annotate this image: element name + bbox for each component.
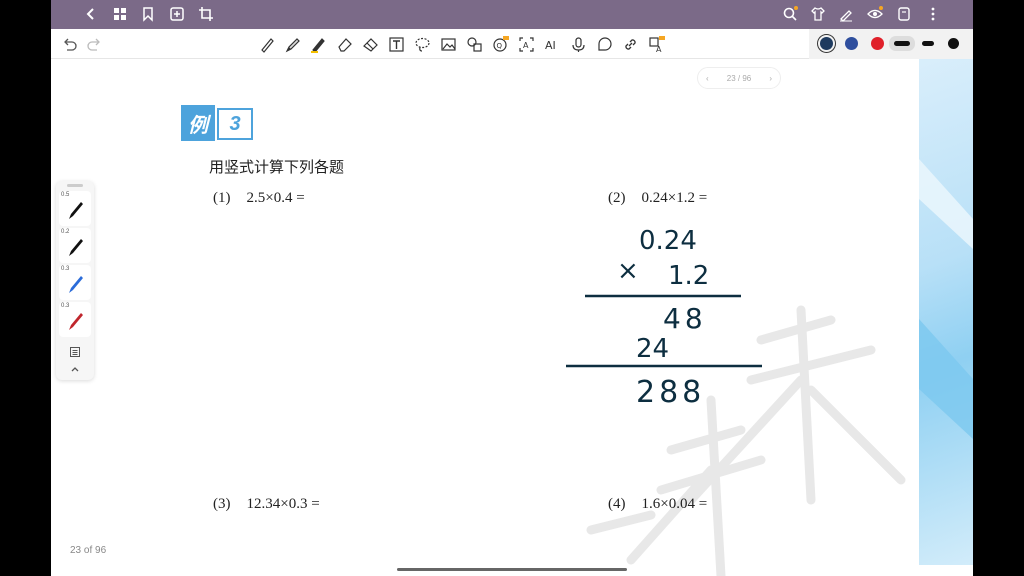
add-page-icon[interactable] [167,4,187,24]
problem-1: (1) 2.5×0.4 = [213,190,305,207]
translate-icon[interactable]: A [646,34,666,54]
next-page-icon[interactable]: › [769,74,772,83]
pen-icon [69,313,83,330]
hw-partial-1: 48 [663,302,707,335]
problem-expression: 12.34×0.3 = [246,496,320,512]
eraser2-icon[interactable] [360,34,380,54]
pen-icon [69,239,83,256]
shape-icon[interactable] [464,34,484,54]
lasso-icon[interactable] [412,34,432,54]
pager-text: 23 / 96 [726,73,752,83]
eye-icon[interactable] [865,4,885,24]
pen-sign-icon[interactable] [836,4,856,24]
undo-icon[interactable] [59,34,79,54]
pen-icon [69,276,83,293]
color-swatch-2[interactable] [845,37,858,50]
handwritten-calculation: 0.24 × 1.2 48 24 288 [566,226,762,410]
question-heading: 用竖式计算下列各题 [209,158,345,176]
search-icon[interactable] [780,4,800,24]
highlighter-icon[interactable] [308,34,328,54]
problem-expression: 1.6×0.04 = [641,496,708,512]
color-palette [809,29,973,59]
pen-size: 0.5 [61,192,70,198]
problem-3: (3) 12.34×0.3 = [213,496,320,513]
image-icon[interactable] [438,34,458,54]
marker-icon[interactable] [283,34,303,54]
tools-bar: Q A AI A [51,29,973,59]
example-badge: 例 3 [181,105,254,141]
example-number: 3 [217,108,253,140]
stroke-width-2[interactable] [922,41,934,46]
pen-icon [69,202,83,219]
problem-2: (2) 0.24×1.2 = [608,190,707,207]
mic-icon[interactable] [568,34,588,54]
hw-multiplicand: 0.24 [639,226,697,256]
pen-preset-4[interactable]: 0.3 [59,302,91,337]
svg-text:A: A [523,41,529,50]
svg-text:A: A [656,45,662,53]
pencil-icon[interactable] [257,34,277,54]
page-pager: ‹ 23 / 96 › [697,67,781,89]
notebook-icon[interactable] [894,4,914,24]
text-icon[interactable] [386,34,406,54]
eraser-icon[interactable] [334,34,354,54]
home-indicator[interactable] [397,568,627,571]
problem-number: (2) [608,190,626,206]
ocr-icon[interactable]: Q [490,34,510,54]
link-icon[interactable] [620,34,640,54]
shirt-icon[interactable] [808,4,828,24]
text-recognize-icon[interactable]: A [516,34,536,54]
page-decoration [919,59,973,565]
redo-icon[interactable] [84,34,104,54]
pen-preset-1[interactable]: 0.5 [59,191,91,226]
pen-settings-icon[interactable] [69,345,81,357]
hw-times-sign: × [617,256,639,286]
prev-page-icon[interactable]: ‹ [706,74,709,83]
hw-multiplier: 1.2 [668,261,709,291]
crop-icon[interactable] [196,4,216,24]
problem-expression: 2.5×0.4 = [246,190,305,206]
page-number-label: 23 of 96 [70,545,107,556]
pen-presets-panel: 0.5 0.2 0.3 0.3 [56,181,94,380]
pen-size: 0.3 [61,303,70,309]
back-icon[interactable] [81,4,101,24]
pen-preset-3[interactable]: 0.3 [59,265,91,300]
example-label: 例 [181,105,215,141]
pen-size: 0.2 [61,229,70,235]
hw-partial-2: 24 [636,334,669,364]
collapse-icon[interactable] [69,362,81,374]
app-window: Q A AI A ‹ 23 / 96 › 例 3 用竖式计算下列各题 (1) 2… [51,0,973,576]
color-swatch-3[interactable] [871,37,884,50]
svg-text:AI: AI [545,39,556,52]
problem-number: (3) [213,496,231,512]
more-icon[interactable] [923,4,943,24]
grid-icon[interactable] [110,4,130,24]
problem-number: (1) [213,190,231,206]
pen-preset-2[interactable]: 0.2 [59,228,91,263]
ai-icon[interactable]: AI [542,34,562,54]
top-nav-bar [51,0,973,29]
stroke-width-3[interactable] [948,38,959,49]
svg-text:Q: Q [496,42,502,50]
problem-expression: 0.24×1.2 = [641,190,708,206]
color-swatch-1[interactable] [820,37,833,50]
stroke-width-1[interactable] [894,41,910,46]
problem-number: (4) [608,496,626,512]
hw-result: 288 [636,375,705,410]
drag-handle[interactable] [67,184,83,187]
bookmark-icon[interactable] [138,4,158,24]
problem-4: (4) 1.6×0.04 = [608,496,707,513]
pen-size: 0.3 [61,266,70,272]
sticker-icon[interactable] [594,34,614,54]
